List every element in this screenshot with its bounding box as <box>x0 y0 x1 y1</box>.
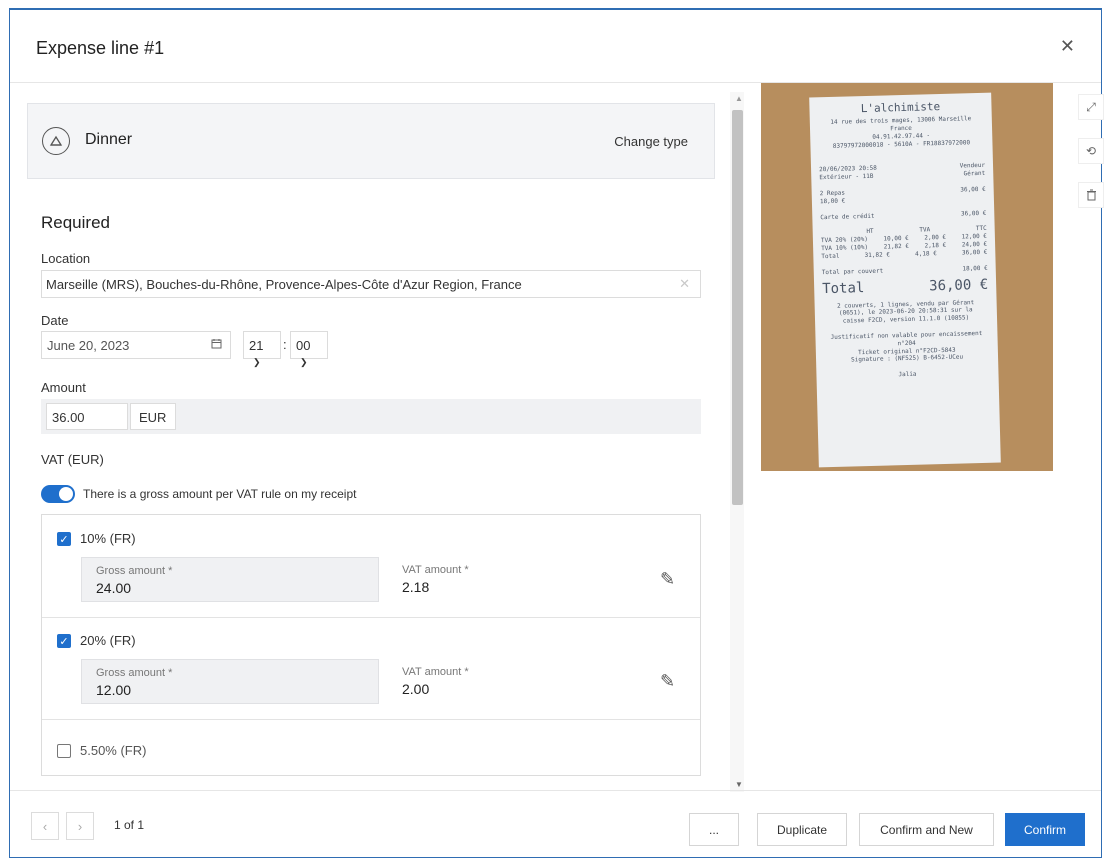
time-separator: : <box>283 337 287 352</box>
previous-page-button[interactable]: ‹ <box>31 812 59 840</box>
trash-icon[interactable] <box>1078 182 1104 208</box>
edit-icon[interactable]: ✎ <box>660 671 675 692</box>
hour-select[interactable]: 21 ❯ <box>243 331 281 367</box>
toggle-label: There is a gross amount per VAT rule on … <box>83 487 357 501</box>
receipt-title: L'alchimiste <box>860 100 941 116</box>
vat-rule-row: 5.50% (FR) <box>42 719 700 775</box>
expense-type-card: Dinner Change type <box>27 103 715 179</box>
scroll-down-icon[interactable]: ▼ <box>735 780 743 789</box>
confirm-and-new-button[interactable]: Confirm and New <box>859 813 994 846</box>
toggle-knob <box>59 487 73 501</box>
date-input[interactable]: June 20, 2023 <box>41 331 231 359</box>
next-page-button[interactable]: › <box>66 812 94 840</box>
vat-label: VAT (EUR) <box>41 452 104 467</box>
vat-rate-label: 5.50% (FR) <box>80 743 147 758</box>
receipt-paper: L'alchimiste 14 rue des trois mages, 130… <box>809 92 1001 468</box>
gross-per-vat-toggle[interactable] <box>41 485 75 503</box>
calendar-icon[interactable] <box>211 338 222 352</box>
vat-rule-row: ✓ 10% (FR) Gross amount * 24.00 VAT amou… <box>42 515 700 618</box>
gross-amount-value: 12.00 <box>96 682 132 698</box>
vat-rate-label: 20% (FR) <box>80 633 136 648</box>
checkbox-checked[interactable]: ✓ <box>57 634 71 648</box>
vat-rule-row: ✓ 20% (FR) Gross amount * 12.00 VAT amou… <box>42 617 700 720</box>
more-button[interactable]: ... <box>689 813 739 846</box>
expense-dialog: Expense line #1 ✕ Dinner Change type Req… <box>9 8 1104 858</box>
date-label: Date <box>41 313 69 328</box>
clear-icon[interactable]: ✕ <box>679 276 690 292</box>
location-label: Location <box>41 251 91 266</box>
location-input[interactable]: Marseille (MRS), Bouches-du-Rhône, Prove… <box>41 270 701 298</box>
location-value: Marseille (MRS), Bouches-du-Rhône, Prove… <box>46 277 522 292</box>
gross-amount-field[interactable]: Gross amount * 24.00 <box>81 557 379 602</box>
page-indicator: 1 of 1 <box>114 818 145 832</box>
close-icon[interactable]: ✕ <box>1060 36 1075 57</box>
date-value: June 20, 2023 <box>47 338 130 353</box>
gross-amount-field[interactable]: Gross amount * 12.00 <box>81 659 379 704</box>
scrollbar-thumb[interactable] <box>732 110 743 505</box>
vat-amount-label: VAT amount * <box>402 666 469 678</box>
minute-value: 00 <box>296 338 311 353</box>
vat-rules-list: ✓ 10% (FR) Gross amount * 24.00 VAT amou… <box>41 514 701 776</box>
required-section-title: Required <box>41 213 110 232</box>
hour-value: 21 <box>249 338 264 353</box>
chevron-down-icon: ❯ <box>253 357 261 367</box>
vat-amount-value: 2.18 <box>402 579 430 595</box>
expand-icon[interactable]: ⤢ <box>1078 94 1104 120</box>
dialog-title: Expense line #1 <box>36 38 165 58</box>
rotate-icon[interactable]: ⟲ <box>1078 138 1104 164</box>
chevron-down-icon: ❯ <box>300 357 308 367</box>
gross-amount-value: 24.00 <box>96 580 132 596</box>
vat-amount-value: 2.00 <box>402 681 430 697</box>
duplicate-button[interactable]: Duplicate <box>757 813 847 846</box>
confirm-button[interactable]: Confirm <box>1005 813 1085 846</box>
currency-select[interactable]: EUR <box>130 403 176 430</box>
dialog-header: Expense line #1 ✕ <box>10 10 1101 83</box>
receipt-image: L'alchimiste 14 rue des trois mages, 130… <box>761 83 1053 471</box>
vat-amount-label: VAT amount * <box>402 564 469 576</box>
receipt-total: Total 36,00 € <box>822 277 989 298</box>
gross-amount-label: Gross amount * <box>96 667 173 679</box>
edit-icon[interactable]: ✎ <box>660 569 675 590</box>
checkbox-unchecked[interactable] <box>57 744 71 758</box>
minute-select[interactable]: 00 ❯ <box>290 331 328 367</box>
dialog-footer: ‹ › 1 of 1 ... Duplicate Confirm and New… <box>10 790 1101 857</box>
form-panel: Dinner Change type Required Location Mar… <box>10 83 745 788</box>
amount-input[interactable]: 36.00 <box>46 403 128 430</box>
gross-amount-label: Gross amount * <box>96 565 173 577</box>
checkbox-checked[interactable]: ✓ <box>57 532 71 546</box>
change-type-button[interactable]: Change type <box>614 134 688 149</box>
vat-rate-label: 10% (FR) <box>80 531 136 546</box>
amount-label: Amount <box>41 380 86 395</box>
scroll-up-icon[interactable]: ▲ <box>735 94 743 103</box>
expense-type-label: Dinner <box>85 131 133 148</box>
food-icon <box>42 127 70 155</box>
